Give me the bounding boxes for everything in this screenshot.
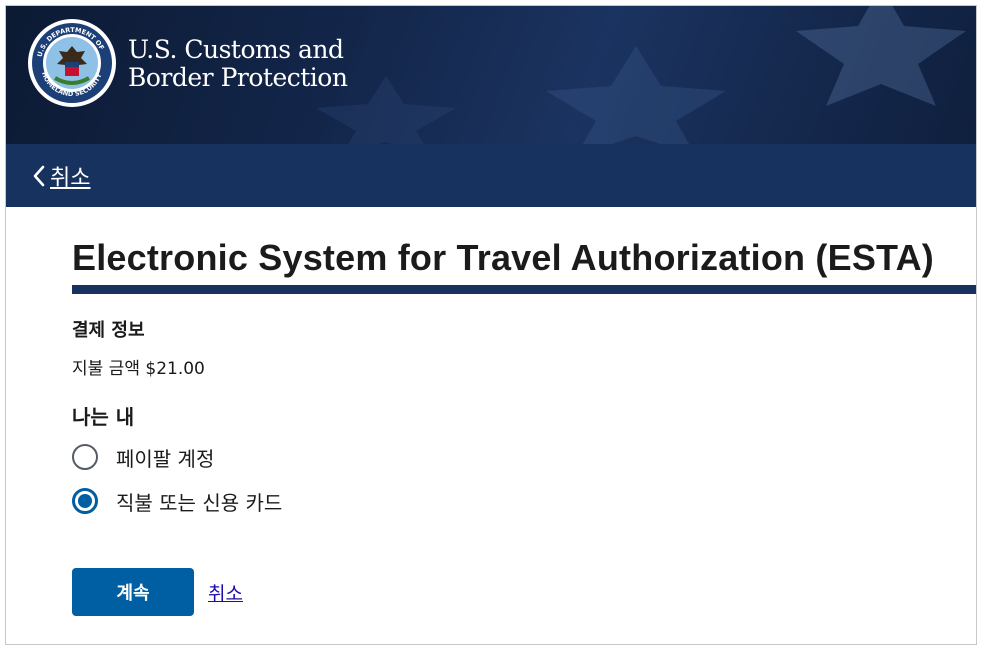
amount-value: $21.00: [145, 359, 205, 379]
nav-bar: 취소: [6, 144, 976, 207]
flag-star-icon: [796, 6, 966, 106]
main-content: Electronic System for Travel Authorizati…: [6, 207, 976, 616]
amount-label: 지불 금액: [72, 359, 140, 379]
continue-button[interactable]: 계속: [72, 568, 194, 616]
paypal-option-label: 페이팔 계정: [116, 446, 215, 471]
payment-method-label: 나는 내: [72, 405, 135, 429]
page-title: Electronic System for Travel Authorizati…: [72, 237, 934, 278]
paypal-radio[interactable]: [72, 444, 98, 470]
form-actions: 계속 취소: [72, 568, 976, 616]
payment-info-heading: 결제 정보: [72, 320, 145, 341]
amount-due: 지불 금액 $21.00: [72, 354, 976, 379]
back-cancel-label: 취소: [50, 166, 91, 191]
option-paypal[interactable]: 페이팔 계정: [72, 440, 976, 474]
agency-name-line1: U.S. Customs and: [128, 35, 344, 64]
flag-star-icon: [546, 46, 726, 144]
card-option-label: 직불 또는 신용 카드: [116, 490, 283, 515]
option-card[interactable]: 직불 또는 신용 카드: [72, 484, 976, 518]
site-header: U.S. DEPARTMENT OF HOMELAND SECURITY U.S…: [6, 6, 976, 144]
page-frame: U.S. DEPARTMENT OF HOMELAND SECURITY U.S…: [5, 5, 977, 645]
dhs-seal-icon: U.S. DEPARTMENT OF HOMELAND SECURITY: [28, 19, 116, 107]
agency-name-line2: Border Protection: [128, 63, 348, 92]
chevron-left-icon: [33, 165, 45, 187]
cancel-link[interactable]: 취소: [208, 579, 243, 606]
agency-name: U.S. Customs and Border Protection: [128, 35, 348, 92]
back-cancel-link[interactable]: 취소: [32, 160, 90, 192]
title-divider: [72, 285, 976, 294]
card-radio[interactable]: [72, 488, 98, 514]
